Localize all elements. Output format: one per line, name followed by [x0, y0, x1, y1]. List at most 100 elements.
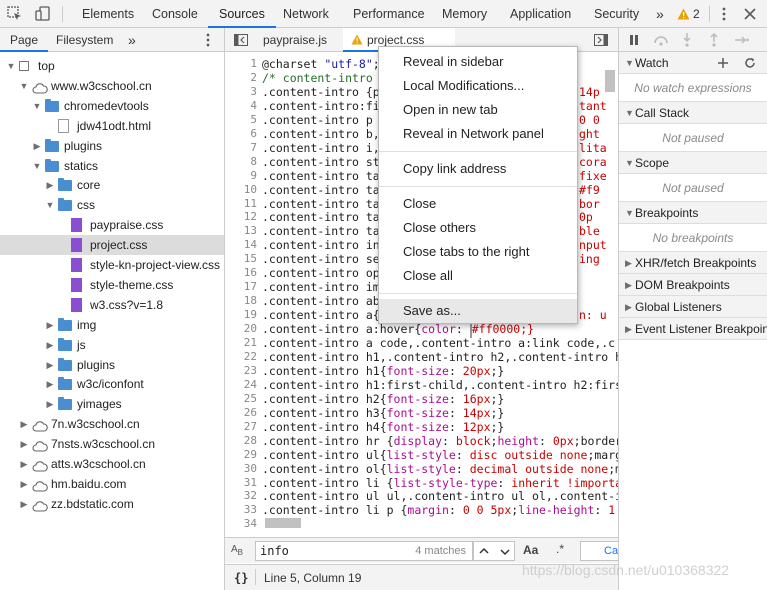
line-number[interactable]: 19 [225, 308, 257, 321]
tree-item[interactable]: style-theme.css [0, 275, 224, 295]
step-into-icon[interactable] [682, 33, 692, 47]
line-number[interactable]: 4 [225, 99, 257, 112]
collapsed-triangle-icon[interactable]: ▶ [19, 494, 29, 514]
line-number[interactable]: 8 [225, 155, 257, 168]
tree-item[interactable]: jdw41odt.html [0, 116, 224, 136]
line-number[interactable]: 2 [225, 71, 257, 84]
code-line[interactable]: /* content-intro s [262, 71, 387, 85]
code-line[interactable]: .content-intro a:hover{color: #ff0000;} [262, 322, 534, 339]
event-listener-breakpoints-pane-header[interactable]: ▶ Event Listener Breakpoints [619, 318, 767, 340]
navigator-menu-icon[interactable] [206, 33, 210, 50]
tab-filesystem[interactable]: Filesystem [56, 28, 113, 52]
line-number[interactable]: 18 [225, 294, 257, 307]
tree-item[interactable]: ▶ yimages [0, 394, 224, 414]
code-line[interactable]: .content-intro a code,.content-intro a:l… [262, 336, 615, 350]
tree-item[interactable]: ▶ img [0, 315, 224, 335]
code-line[interactable]: .content-intro b,. [262, 127, 387, 141]
code-line[interactable]: .content-intro a{co [262, 308, 394, 322]
code-line[interactable]: .content-intro i,. [262, 141, 387, 155]
code-line[interactable]: .content-intro:fir [262, 99, 387, 113]
line-number[interactable]: 23 [225, 364, 257, 377]
code-line[interactable]: .content-intro sel [262, 252, 387, 266]
line-number[interactable]: 20 [225, 322, 257, 335]
tree-item[interactable]: ▼ www.w3cschool.cn [0, 76, 224, 96]
line-number[interactable]: 21 [225, 336, 257, 349]
tab-console[interactable]: Console [152, 0, 198, 28]
menu-item-local-modifications[interactable]: Local Modifications... [379, 74, 577, 98]
line-number[interactable]: 34 [225, 517, 257, 530]
tab-security[interactable]: Security [594, 0, 639, 28]
add-watch-icon[interactable] [717, 57, 729, 69]
pause-icon[interactable] [629, 35, 639, 45]
code-line[interactable]: .content-intro h1,.content-intro h2,.con… [262, 350, 618, 364]
code-line[interactable]: .content-intro li p {margin: 0 0 5px;lin… [262, 503, 615, 517]
code-line[interactable]: .content-intro p { [262, 113, 387, 127]
line-number[interactable]: 9 [225, 169, 257, 182]
expanded-triangle-icon[interactable]: ▼ [6, 56, 16, 76]
line-number[interactable]: 29 [225, 448, 257, 461]
search-next-icon[interactable] [500, 548, 510, 556]
replace-toggle-icon[interactable]: AB [231, 544, 243, 557]
tab-performance[interactable]: Performance [353, 0, 425, 28]
code-line[interactable]: .content-intro li {list-style-type: inhe… [262, 476, 618, 490]
line-number[interactable]: 24 [225, 378, 257, 391]
line-number[interactable]: 17 [225, 280, 257, 293]
collapsed-triangle-icon[interactable]: ▶ [45, 315, 55, 335]
menu-item-reveal-in-network[interactable]: Reveal in Network panel [379, 122, 577, 146]
expanded-triangle-icon[interactable]: ▼ [19, 76, 29, 96]
search-previous-icon[interactable] [479, 547, 489, 555]
tree-item[interactable]: ▶ plugins [0, 136, 224, 156]
menu-item-save-as[interactable]: Save as... [379, 299, 577, 323]
line-number[interactable]: 13 [225, 224, 257, 237]
collapsed-triangle-icon[interactable]: ▶ [19, 414, 29, 434]
menu-item-close-tabs-right[interactable]: Close tabs to the right [379, 240, 577, 264]
code-line[interactable]: .content-intro hr {display: block;height… [262, 434, 618, 448]
menu-item-reveal-in-sidebar[interactable]: Reveal in sidebar [379, 50, 577, 74]
menu-item-close[interactable]: Close [379, 192, 577, 216]
tree-item[interactable]: w3.css?v=1.8 [0, 295, 224, 315]
line-number[interactable]: 10 [225, 183, 257, 196]
refresh-icon[interactable] [744, 57, 756, 69]
code-line[interactable]: .content-intro ul{list-style: disc outsi… [262, 448, 618, 462]
tab-page[interactable]: Page [0, 28, 49, 52]
code-line[interactable]: .content-intro tab [262, 169, 387, 183]
tree-item[interactable]: style-kn-project-view.css [0, 255, 224, 275]
watch-pane-header[interactable]: ▼ Watch [619, 52, 767, 74]
code-line[interactable]: .content-intro ol{list-style: decimal ou… [262, 462, 618, 476]
line-number[interactable]: 14 [225, 238, 257, 251]
more-tabs-button[interactable]: » [656, 0, 664, 28]
expanded-triangle-icon[interactable]: ▼ [32, 96, 42, 116]
collapsed-triangle-icon[interactable]: ▶ [19, 434, 29, 454]
search-cancel-button[interactable]: Ca [580, 541, 620, 561]
line-number[interactable]: 31 [225, 476, 257, 489]
line-number[interactable]: 3 [225, 85, 257, 98]
collapsed-triangle-icon[interactable]: ▶ [45, 175, 55, 195]
line-number[interactable]: 26 [225, 406, 257, 419]
menu-item-close-all[interactable]: Close all [379, 264, 577, 288]
code-line[interactable]: .content-intro tab [262, 224, 387, 238]
collapsed-triangle-icon[interactable]: ▶ [45, 374, 55, 394]
breakpoints-pane-header[interactable]: ▼ Breakpoints [619, 202, 767, 224]
tree-item[interactable]: ▶ js [0, 335, 224, 355]
code-line[interactable]: .content-intro h1:first-child,.content-i… [262, 378, 618, 392]
code-line[interactable]: .content-intro tab [262, 183, 387, 197]
menu-item-copy-link-address[interactable]: Copy link address [379, 157, 577, 181]
editor-tab-paypraise-js[interactable]: paypraise.js [263, 28, 327, 52]
code-line[interactable]: @charset "utf-8"; [262, 57, 380, 71]
device-toolbar-icon[interactable] [34, 5, 52, 23]
line-number[interactable]: 33 [225, 503, 257, 516]
tree-item[interactable]: ▼ chromedevtools [0, 96, 224, 116]
code-line[interactable]: .content-intro h3{font-size: 14px;} [262, 406, 504, 420]
line-number[interactable]: 25 [225, 392, 257, 405]
line-number[interactable]: 28 [225, 434, 257, 447]
toggle-debugger-icon[interactable] [594, 34, 608, 49]
search-input[interactable]: info 4 matches [255, 541, 473, 561]
code-line[interactable]: .content-intro str [262, 155, 387, 169]
code-line[interactable]: .content-intro tab [262, 210, 387, 224]
code-line[interactable]: .content-intro opt [262, 266, 387, 280]
tree-item[interactable]: ▼ statics [0, 156, 224, 176]
expanded-triangle-icon[interactable]: ▼ [32, 156, 42, 176]
line-number[interactable]: 22 [225, 350, 257, 363]
menu-item-close-others[interactable]: Close others [379, 216, 577, 240]
tree-item[interactable]: project.css [0, 235, 224, 256]
